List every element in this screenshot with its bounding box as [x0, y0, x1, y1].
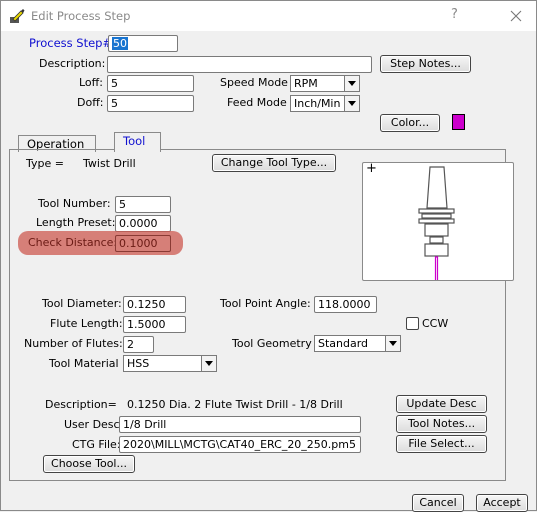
tool-point-angle-label: Tool Point Angle: — [220, 297, 311, 310]
loff-label: Loff: — [79, 76, 103, 89]
process-step-value: 50 — [112, 37, 128, 50]
description-label: Description: — [39, 57, 106, 70]
speed-mode-label: Speed Mode — [220, 76, 288, 89]
check-distance-input[interactable]: 0.1000 — [115, 235, 171, 252]
help-button[interactable]: ? — [451, 7, 458, 22]
tool-diameter-label: Tool Diameter: — [42, 297, 122, 310]
ctg-file-input[interactable]: 2020\MILL\MCTG\CAT40_ERC_20_250.pm5 — [119, 436, 361, 453]
tool-point-angle-input[interactable]: 118.0000 — [314, 296, 377, 313]
check-distance-label: Check Distance: — [28, 236, 118, 249]
drill-bit-icon — [434, 256, 439, 280]
feed-mode-select[interactable]: Inch/Min — [290, 95, 360, 112]
tool-preview: + — [362, 161, 514, 281]
tool-material-value: HSS — [127, 357, 150, 370]
color-swatch — [452, 114, 465, 130]
tool-geometry-value: Standard — [318, 337, 369, 350]
ctg-file-label: CTG File: — [72, 438, 121, 451]
tab-tool[interactable]: Tool — [114, 132, 161, 152]
close-icon[interactable] — [504, 4, 528, 28]
feed-mode-label: Feed Mode — [227, 96, 287, 109]
chevron-down-icon[interactable] — [344, 96, 359, 111]
process-step-label: Process Step# — [29, 36, 113, 50]
flute-length-label: Flute Length: — [50, 317, 123, 330]
doff-label: Doff: — [77, 96, 104, 109]
tool-number-input[interactable]: 5 — [115, 196, 171, 213]
ccw-label: CCW — [422, 317, 449, 330]
chevron-down-icon[interactable] — [344, 76, 359, 91]
length-preset-label: Length Preset: — [36, 216, 116, 229]
accept-button[interactable]: Accept — [476, 494, 528, 512]
color-button[interactable]: Color... — [380, 114, 440, 132]
tool-material-label: Tool Material — [49, 357, 119, 370]
user-desc-input[interactable]: 1/8 Drill — [119, 416, 361, 433]
ccw-checkbox[interactable] — [406, 317, 419, 330]
tool-material-select[interactable]: HSS — [123, 355, 217, 372]
update-desc-button[interactable]: Update Desc — [396, 395, 487, 413]
num-flutes-input[interactable]: 2 — [123, 336, 154, 353]
loff-input[interactable]: 5 — [107, 75, 194, 92]
feed-mode-value: Inch/Min — [294, 97, 341, 110]
change-tool-type-button[interactable]: Change Tool Type... — [212, 154, 336, 172]
choose-tool-button[interactable]: Choose Tool... — [43, 455, 135, 473]
type-value: Twist Drill — [83, 157, 136, 170]
tool-description-label: Description= — [45, 398, 117, 411]
app-icon — [10, 9, 25, 23]
description-input[interactable] — [107, 56, 372, 73]
num-flutes-label: Number of Flutes: — [24, 337, 123, 350]
speed-mode-select[interactable]: RPM — [290, 75, 360, 92]
speed-mode-value: RPM — [294, 77, 318, 90]
process-step-input[interactable]: 50 — [108, 35, 178, 52]
tool-diameter-input[interactable]: 0.1250 — [123, 296, 186, 313]
tool-number-label: Tool Number: — [38, 197, 111, 210]
flute-length-input[interactable]: 1.5000 — [123, 316, 186, 333]
tool-description-value: 0.1250 Dia. 2 Flute Twist Drill - 1/8 Dr… — [127, 398, 343, 411]
chevron-down-icon[interactable] — [385, 336, 400, 351]
tool-notes-button[interactable]: Tool Notes... — [396, 415, 487, 433]
file-select-button[interactable]: File Select... — [396, 435, 487, 453]
tool-geometry-select[interactable]: Standard — [314, 335, 401, 352]
type-label: Type = — [26, 157, 64, 170]
step-notes-button[interactable]: Step Notes... — [380, 55, 471, 73]
tool-geometry-label: Tool Geometry — [232, 337, 312, 350]
tool-holder-drawing — [418, 166, 455, 280]
cancel-button[interactable]: Cancel — [412, 494, 464, 512]
user-desc-label: User Desc: — [64, 418, 124, 431]
edit-process-step-dialog: Edit Process Step ? Process Step# 50 Des… — [0, 0, 537, 512]
chevron-down-icon[interactable] — [201, 356, 216, 371]
doff-input[interactable]: 5 — [107, 95, 194, 112]
window-title: Edit Process Step — [31, 9, 131, 23]
title-bar: Edit Process Step ? — [1, 1, 536, 31]
length-preset-input[interactable]: 0.0000 — [115, 215, 171, 232]
